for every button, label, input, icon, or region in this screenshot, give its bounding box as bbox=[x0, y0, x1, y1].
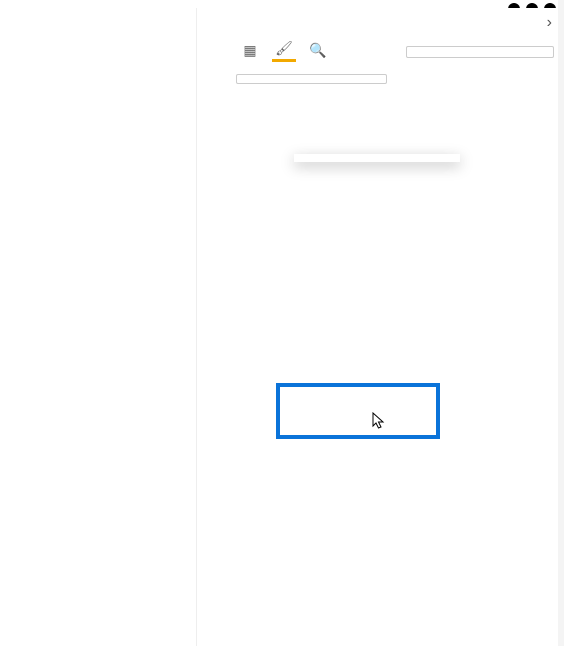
visualizations-gallery bbox=[228, 24, 395, 32]
selection-pane bbox=[30, 8, 197, 646]
fields-search-input[interactable] bbox=[406, 46, 554, 58]
fields-pane: › bbox=[400, 8, 560, 646]
fields-right-arrow-icon[interactable]: › bbox=[547, 14, 552, 32]
context-menu bbox=[294, 154, 460, 162]
bookmarks-tab[interactable] bbox=[203, 30, 207, 42]
format-paint-icon[interactable]: 🖌 bbox=[272, 38, 296, 62]
selection-list bbox=[30, 49, 196, 57]
fields-well-icon[interactable]: ▦ bbox=[238, 38, 262, 62]
analytics-icon[interactable]: 🔍 bbox=[306, 38, 330, 62]
format-options-list bbox=[228, 90, 395, 94]
scrollbar-track[interactable] bbox=[558, 0, 564, 646]
visualizations-pane: ▦ 🖌 🔍 bbox=[228, 8, 395, 646]
filters-tab[interactable] bbox=[12, 34, 16, 42]
format-search-input[interactable] bbox=[236, 74, 387, 84]
